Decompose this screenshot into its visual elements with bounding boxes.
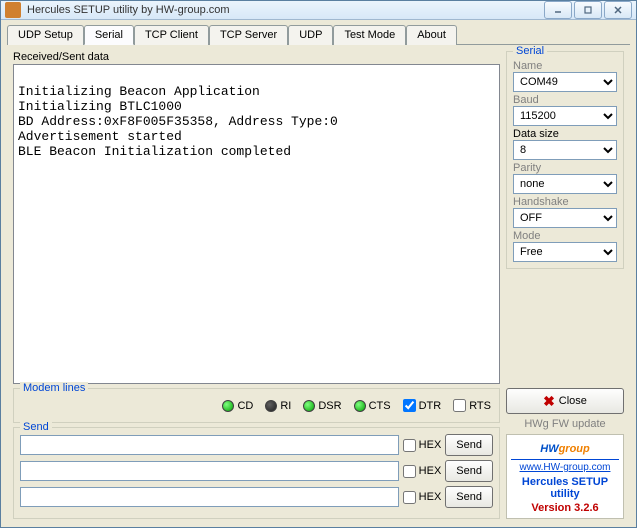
led-dsr: DSR xyxy=(303,400,341,412)
send-button-0[interactable]: Send xyxy=(445,434,493,456)
tab-about[interactable]: About xyxy=(406,25,457,45)
app-window: Hercules SETUP utility by HW-group.com U… xyxy=(0,0,637,528)
send-row: HEXSend xyxy=(20,434,493,456)
tab-bar: UDP SetupSerialTCP ClientTCP ServerUDPTe… xyxy=(1,20,636,44)
modem-legend: Modem lines xyxy=(20,382,88,394)
cfg-select-name[interactable]: COM49 xyxy=(513,72,617,92)
titlebar: Hercules SETUP utility by HW-group.com xyxy=(1,1,636,20)
cfg-select-mode[interactable]: Free xyxy=(513,242,617,262)
cfg-select-handshake[interactable]: OFF xyxy=(513,208,617,228)
logo-product: Hercules SETUP utility xyxy=(511,476,619,500)
cfg-select-baud[interactable]: 115200 xyxy=(513,106,617,126)
terminal-output[interactable]: Initializing Beacon Application Initiali… xyxy=(13,64,500,384)
send-input-2[interactable] xyxy=(20,487,399,507)
fw-update-link[interactable]: HWg FW update xyxy=(506,418,624,430)
cfg-select-parity[interactable]: none xyxy=(513,174,617,194)
serial-legend: Serial xyxy=(513,45,547,57)
send-group: Send HEXSendHEXSendHEXSend xyxy=(13,427,500,519)
cfg-label-baud: Baud xyxy=(513,94,617,106)
tab-tcp-client[interactable]: TCP Client xyxy=(134,25,209,45)
led-cts: CTS xyxy=(354,400,391,412)
close-button[interactable]: ✖ Close xyxy=(506,388,624,414)
hex-checkbox-0[interactable]: HEX xyxy=(403,439,442,452)
led-ri: RI xyxy=(265,400,291,412)
modem-lines-group: Modem lines CDRIDSRCTSDTRRTS xyxy=(13,388,500,423)
hex-checkbox-2[interactable]: HEX xyxy=(403,491,442,504)
cfg-select-data-size[interactable]: 8 xyxy=(513,140,617,160)
serial-group: Serial NameCOM49Baud115200Data size8Pari… xyxy=(506,51,624,269)
led-indicator-icon xyxy=(222,400,234,412)
send-input-0[interactable] xyxy=(20,435,399,455)
cfg-label-data-size: Data size xyxy=(513,128,617,140)
window-title: Hercules SETUP utility by HW-group.com xyxy=(27,4,544,16)
close-window-button[interactable] xyxy=(604,1,632,19)
send-button-1[interactable]: Send xyxy=(445,460,493,482)
tab-test-mode[interactable]: Test Mode xyxy=(333,25,406,45)
send-row: HEXSend xyxy=(20,486,493,508)
tab-udp-setup[interactable]: UDP Setup xyxy=(7,25,84,45)
send-input-1[interactable] xyxy=(20,461,399,481)
send-legend: Send xyxy=(20,421,52,433)
hex-checkbox-1[interactable]: HEX xyxy=(403,465,442,478)
checkbox-rts[interactable]: RTS xyxy=(453,399,491,412)
cfg-label-name: Name xyxy=(513,60,617,72)
logo-box: HWgroup www.HW-group.com Hercules SETUP … xyxy=(506,434,624,519)
cfg-label-parity: Parity xyxy=(513,162,617,174)
logo-version: Version 3.2.6 xyxy=(511,502,619,514)
led-indicator-icon xyxy=(265,400,277,412)
tab-serial[interactable]: Serial xyxy=(84,25,134,45)
close-icon: ✖ xyxy=(543,393,555,410)
cfg-label-mode: Mode xyxy=(513,230,617,242)
received-label: Received/Sent data xyxy=(13,51,500,63)
maximize-button[interactable] xyxy=(574,1,602,19)
app-icon xyxy=(5,2,21,18)
led-indicator-icon xyxy=(303,400,315,412)
close-label: Close xyxy=(559,395,587,407)
led-cd: CD xyxy=(222,400,253,412)
cfg-label-handshake: Handshake xyxy=(513,196,617,208)
led-indicator-icon xyxy=(354,400,366,412)
checkbox-dtr[interactable]: DTR xyxy=(403,399,442,412)
logo-url[interactable]: www.HW-group.com xyxy=(511,459,619,473)
tab-udp[interactable]: UDP xyxy=(288,25,333,45)
send-row: HEXSend xyxy=(20,460,493,482)
minimize-button[interactable] xyxy=(544,1,572,19)
send-button-2[interactable]: Send xyxy=(445,486,493,508)
logo: HWgroup xyxy=(511,439,619,457)
tab-tcp-server[interactable]: TCP Server xyxy=(209,25,288,45)
